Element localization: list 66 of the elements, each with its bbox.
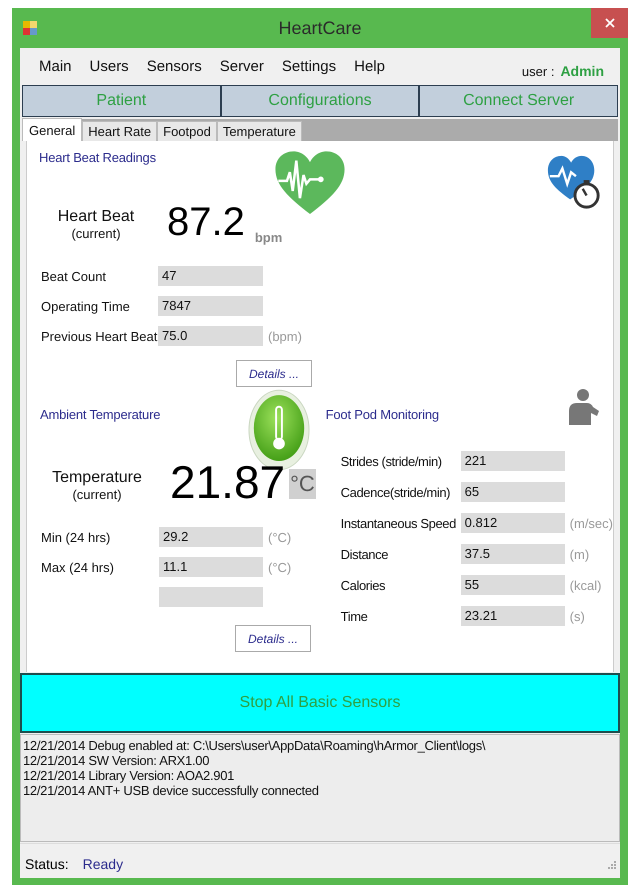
reading-sublabel: (current) — [71, 226, 121, 241]
section-title: Heart Beat Readings — [39, 150, 157, 165]
menu-item[interactable]: Server — [210, 58, 273, 75]
field-label: Beat Count — [41, 268, 108, 284]
log-line: 12/21/2014 ANT+ USB device successfully connected — [23, 783, 320, 798]
section-title: Foot Pod Monitoring — [326, 407, 439, 422]
status-label: Status: — [25, 856, 69, 872]
value-field: 47 — [158, 266, 263, 286]
unit-label: (m/sec) — [568, 516, 613, 530]
status-value: Ready — [82, 856, 124, 872]
unit-label: (bpm) — [267, 328, 303, 344]
resize-grip-icon — [606, 859, 616, 869]
field-label: Strides (stride/min) — [340, 454, 443, 468]
value-field: 0.812 — [460, 513, 565, 533]
close-icon — [604, 18, 614, 28]
field-label: Max (24 hrs) — [41, 560, 115, 574]
value-field: 221 — [460, 451, 565, 471]
field-label: Distance — [340, 546, 390, 562]
section-title: Ambient Temperature — [40, 407, 162, 422]
reading-label: Heart Beat — [58, 208, 134, 226]
unit-label: (°C) — [267, 560, 292, 574]
tab[interactable]: Temperature — [216, 121, 302, 141]
field-label: Previous Heart Beat — [41, 328, 158, 344]
value-field: 37.5 — [460, 544, 565, 564]
field-label: Calories — [340, 578, 386, 592]
tab[interactable]: Heart Rate — [82, 121, 158, 141]
menu-item[interactable]: Settings — [272, 58, 346, 75]
unit-label: (kcal) — [568, 578, 602, 592]
unit-label: °C — [289, 469, 316, 499]
value-field: 55 — [460, 575, 565, 595]
value-field: 11.1 — [159, 557, 263, 577]
tab[interactable]: General — [22, 118, 82, 141]
unit-label: (s) — [568, 608, 586, 624]
heart-rate-icon — [274, 150, 346, 216]
log-line: 12/21/2014 Debug enabled at: C:\Users\user\AppData\Roaming\hArmor_Client\logs\ — [23, 738, 486, 753]
field-label: Instantaneous Speed — [340, 516, 457, 530]
value-field: 7847 — [158, 296, 263, 316]
menu-item[interactable]: Users — [80, 58, 138, 75]
unit-label: (m) — [568, 546, 590, 562]
user-label: user : — [522, 64, 554, 79]
tab[interactable]: Footpod — [157, 121, 217, 141]
unit-label: bpm — [254, 230, 282, 245]
log-line: 12/21/2014 Library Version: AOA2.901 — [23, 768, 236, 783]
heart-rate-value: 87.2 — [167, 202, 245, 242]
details-button[interactable]: Details ... — [235, 625, 311, 652]
menu-item[interactable]: Help — [345, 58, 394, 75]
value-field: 65 — [460, 482, 565, 502]
field-label: Operating Time — [41, 298, 131, 314]
details-button[interactable]: Details ... — [236, 360, 312, 387]
app-icon — [22, 20, 38, 36]
reading-sublabel: (current) — [72, 487, 122, 502]
user-name: Admin — [560, 62, 604, 78]
log-line: 12/21/2014 SW Version: ARX1.00 — [23, 753, 210, 768]
unit-label: (°C) — [267, 530, 292, 544]
field-label: Cadence(stride/min) — [340, 484, 452, 500]
reading-label: Temperature — [52, 469, 142, 487]
value-field: 29.2 — [159, 527, 263, 547]
field-label: Min (24 hrs) — [41, 530, 112, 544]
close-button[interactable] — [591, 8, 628, 38]
value-field: 75.0 — [158, 326, 263, 346]
menu-item[interactable]: Main — [30, 58, 81, 75]
window-title: HeartCare — [278, 18, 362, 39]
value-field: 23.21 — [460, 606, 565, 626]
field-label: Time — [340, 608, 368, 624]
temperature-value: 21.87 — [170, 459, 286, 505]
menu-item[interactable]: Sensors — [138, 58, 211, 75]
